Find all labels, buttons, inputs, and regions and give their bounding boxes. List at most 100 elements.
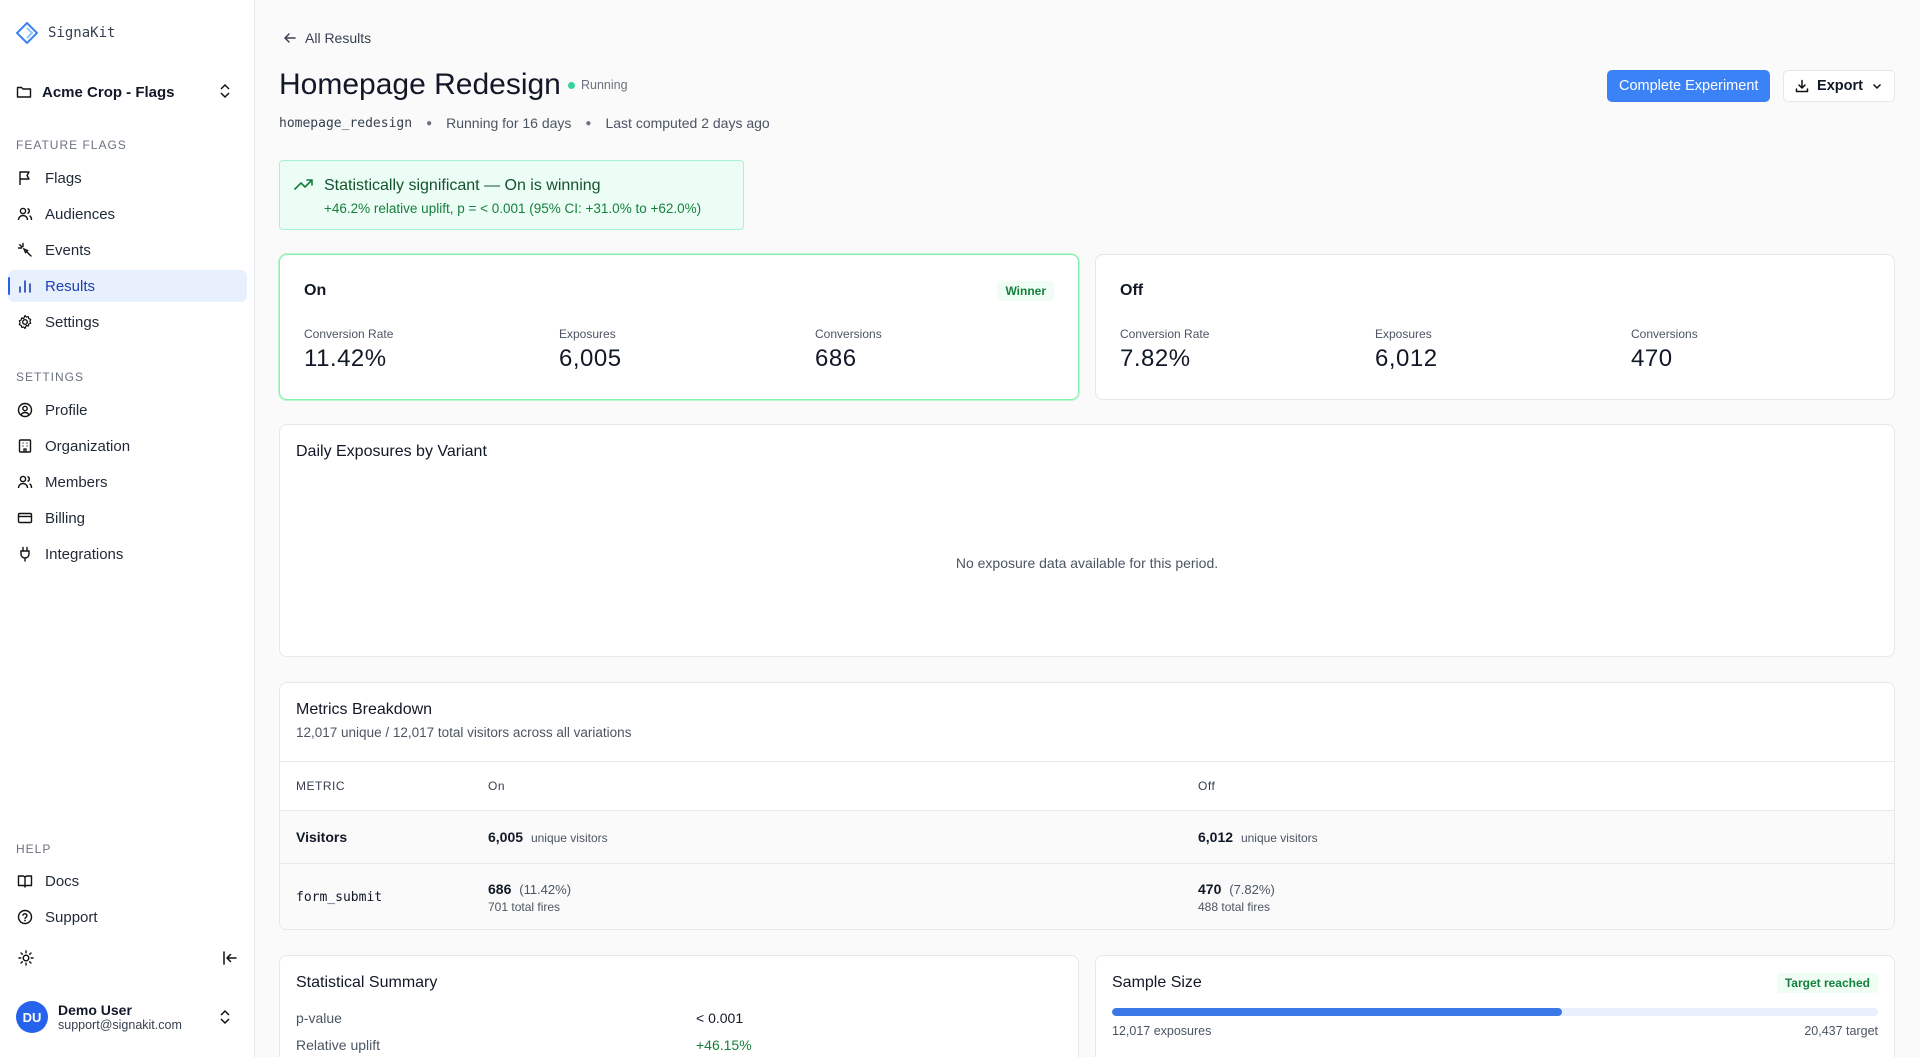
metric-name: form_submit (280, 863, 488, 929)
conversions-stat: Conversions 686 (815, 327, 882, 373)
section-label-help: HELP (16, 842, 52, 856)
significance-detail: +46.2% relative uplift, p = < 0.001 (95%… (324, 201, 702, 216)
pvalue-value: < 0.001 (696, 1010, 744, 1026)
experiment-meta: homepage_redesign ● Running for 16 days … (279, 115, 770, 131)
stat-value: 6,005 (559, 345, 622, 372)
sidebar-item-audiences[interactable]: Audiences (8, 198, 247, 230)
exposures-stat: Exposures 6,012 (1375, 327, 1438, 373)
metric-total-fires: 488 total fires (1198, 900, 1271, 915)
sidebar-item-organization[interactable]: Organization (8, 430, 247, 462)
gear-icon (18, 314, 32, 330)
complete-experiment-button[interactable]: Complete Experiment (1607, 70, 1771, 102)
uplift-value: +46.15% (696, 1037, 752, 1053)
signakit-logo-icon (16, 22, 38, 44)
exposures-stat: Exposures 6,005 (559, 327, 622, 373)
sparkle-icon (17, 242, 32, 257)
sidebar-item-events[interactable]: Events (8, 234, 247, 266)
folder-icon (16, 86, 32, 98)
chevron-up-down-icon (220, 1009, 230, 1025)
metric-value: 470 (1198, 881, 1222, 898)
sun-icon (18, 950, 34, 966)
statistical-summary-card: Statistical Summary p-value < 0.001 Rela… (279, 955, 1079, 1057)
sidebar-item-label: Results (45, 277, 96, 295)
sidebar-item-flags[interactable]: Flags (8, 162, 247, 194)
sidebar-item-label: Audiences (45, 205, 116, 223)
sample-size-card: Sample Size Target reached 12,017 exposu… (1095, 955, 1895, 1057)
brand-name: SignaKit (48, 25, 116, 41)
sample-size-progress-bar (1112, 1008, 1878, 1016)
pvalue-label: p-value (296, 1010, 342, 1026)
section-label-feature-flags: FEATURE FLAGS (16, 138, 127, 152)
metric-cell-on: 6,005 unique visitors (488, 810, 1198, 864)
collapse-sidebar-button[interactable] (220, 948, 240, 968)
variant-card-on: On Winner Conversion Rate 11.42% Exposur… (279, 254, 1079, 400)
metric-name: Visitors (280, 810, 488, 864)
metric-cell-on: 686 (11.42%) 701 total fires (488, 863, 1198, 929)
brand[interactable]: SignaKit (16, 22, 115, 44)
stat-label: Conversion Rate (1120, 327, 1210, 341)
separator-dot: ● (426, 117, 433, 129)
column-header: Off (1198, 761, 1894, 811)
table-header-row: METRIC On Off (280, 761, 1894, 811)
org-name: Acme Crop - Flags (42, 83, 175, 101)
conversions-stat: Conversions 470 (1631, 327, 1698, 373)
sidebar-item-label: Profile (45, 401, 88, 419)
back-link-label: All Results (305, 30, 372, 46)
stat-value: 470 (1631, 345, 1673, 372)
stat-label: Conversions (815, 327, 882, 341)
daily-exposures-card: Daily Exposures by Variant No exposure d… (279, 424, 1895, 657)
sidebar-item-profile[interactable]: Profile (8, 394, 247, 426)
sidebar-item-billing[interactable]: Billing (8, 502, 247, 534)
metric-unit: unique visitors (530, 831, 608, 845)
metric-value: 6,012 (1198, 829, 1234, 845)
user-menu[interactable]: DU Demo User support@signakit.com (16, 1000, 238, 1034)
metrics-table: METRIC On Off Visitors 6,005 unique visi… (280, 761, 1894, 929)
download-icon (1795, 79, 1809, 93)
metric-total-fires: 701 total fires (488, 900, 561, 915)
bar-chart-icon (19, 280, 31, 293)
users-icon (17, 475, 33, 489)
metric-unit: unique visitors (1240, 831, 1318, 845)
collapse-left-icon (223, 951, 237, 965)
significance-banner: Statistically significant — On is winnin… (279, 160, 744, 230)
arrow-left-icon (284, 33, 296, 43)
running-duration: Running for 16 days (446, 115, 572, 131)
back-link[interactable]: All Results (283, 30, 371, 46)
column-header: On (488, 761, 1198, 811)
chevron-up-down-icon (220, 83, 230, 99)
sidebar-item-docs[interactable]: Docs (8, 865, 247, 897)
column-header: METRIC (280, 761, 488, 811)
sample-size-progress-fill (1112, 1008, 1563, 1016)
card-title: Daily Exposures by Variant (296, 443, 487, 460)
trending-up-icon (294, 179, 313, 190)
sidebar-item-label: Support (45, 908, 98, 926)
conversion-rate-stat: Conversion Rate 11.42% (304, 327, 393, 373)
metric-percent: (7.82%) (1229, 882, 1275, 898)
card-title: Metrics Breakdown (296, 701, 433, 718)
sidebar-item-support[interactable]: Support (8, 901, 247, 933)
section-label-settings: SETTINGS (16, 370, 85, 384)
flag-icon (19, 171, 30, 185)
sidebar-item-label: Integrations (45, 545, 124, 563)
sidebar-item-integrations[interactable]: Integrations (8, 538, 247, 570)
sidebar-item-settings[interactable]: Settings (8, 306, 247, 338)
table-row: Visitors 6,005 unique visitors 6,012 uni… (280, 810, 1894, 864)
theme-toggle-button[interactable] (16, 948, 36, 968)
sidebar-item-results[interactable]: Results (8, 270, 247, 302)
sidebar-item-members[interactable]: Members (8, 466, 247, 498)
uplift-label: Relative uplift (296, 1037, 381, 1053)
separator-dot: ● (585, 117, 592, 129)
org-switcher[interactable]: Acme Crop - Flags (16, 80, 238, 104)
sidebar-item-label: Settings (45, 313, 100, 331)
exposures-count: 12,017 exposures (1112, 1024, 1212, 1038)
credit-card-icon (17, 512, 33, 524)
export-button[interactable]: Export (1783, 70, 1895, 102)
stat-value: 7.82% (1120, 345, 1191, 372)
book-icon (17, 875, 33, 888)
stat-value: 6,012 (1375, 345, 1438, 372)
variant-card-off: Off Conversion Rate 7.82% Exposures 6,01… (1095, 254, 1895, 400)
target-count: 20,437 target (1804, 1024, 1878, 1038)
page-title: Homepage Redesign (279, 68, 561, 101)
last-computed: Last computed 2 days ago (605, 115, 770, 131)
plug-icon (20, 546, 30, 562)
